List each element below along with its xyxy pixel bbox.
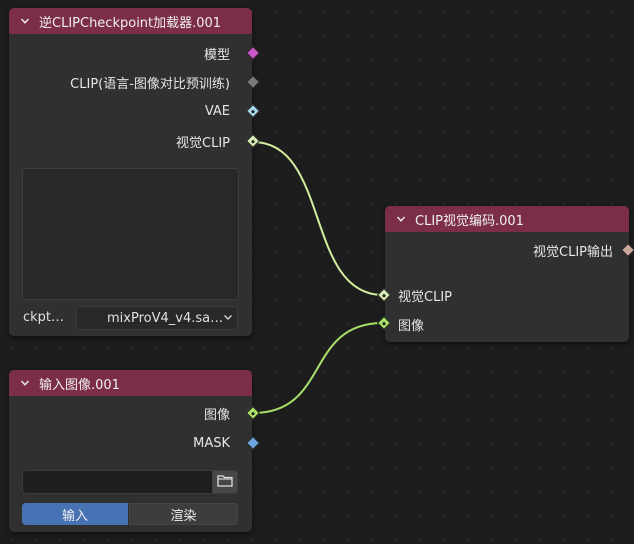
link-image[interactable] — [252, 322, 384, 414]
link-clip-vision[interactable] — [252, 141, 384, 296]
socket-input-clip-vision[interactable] — [376, 287, 392, 303]
node-title: CLIP视觉编码.001 — [415, 213, 524, 229]
chevron-down-icon[interactable] — [19, 15, 31, 27]
node-header[interactable]: 输入图像.001 — [9, 370, 252, 396]
output-row-image: 图像 — [204, 403, 230, 423]
image-preview — [22, 168, 239, 300]
socket-input-image[interactable] — [376, 315, 392, 331]
tab-input[interactable]: 输入 — [22, 503, 128, 525]
socket-label-image-input: 图像 — [398, 318, 425, 334]
socket-label-image: 图像 — [203, 407, 230, 423]
socket-label-model: 模型 — [203, 47, 230, 63]
folder-icon — [217, 474, 233, 491]
input-row-clip-vision: 视觉CLIP — [398, 285, 452, 305]
node-title: 逆CLIPCheckpoint加载器.001 — [39, 15, 222, 31]
chevron-down-icon[interactable] — [395, 213, 407, 225]
chevron-down-icon[interactable] — [19, 377, 31, 389]
node-title: 输入图像.001 — [39, 377, 120, 393]
ckpt-dropdown[interactable]: mixProV4_v4.sa… — [76, 306, 238, 330]
chevron-down-icon — [223, 311, 233, 326]
socket-output-image[interactable] — [245, 405, 261, 421]
ckpt-dropdown-value: mixProV4_v4.sa… — [107, 310, 224, 326]
socket-label-clip-vision-output: 视觉CLIP输出 — [533, 244, 613, 260]
socket-output-mask[interactable] — [245, 435, 261, 451]
tab-render[interactable]: 渲染 — [129, 503, 238, 525]
node-header[interactable]: 逆CLIPCheckpoint加载器.001 — [9, 8, 252, 34]
ckpt-label: ckpt… — [23, 310, 65, 325]
folder-button[interactable] — [212, 470, 238, 494]
socket-output-model[interactable] — [245, 45, 261, 61]
socket-output-clip-vision[interactable] — [245, 133, 261, 149]
tab-render-label: 渲染 — [170, 508, 197, 524]
output-row-mask: MASK — [193, 433, 230, 453]
output-row-clip-vision-output: 视觉CLIP输出 — [533, 240, 613, 260]
tab-input-label: 输入 — [61, 508, 88, 524]
node-header[interactable]: CLIP视觉编码.001 — [385, 206, 629, 232]
output-row-clip-vision: 视觉CLIP — [176, 131, 230, 151]
socket-label-vae: VAE — [204, 103, 230, 119]
clip-vision-encode-node[interactable]: CLIP视觉编码.001 视觉CLIP输出 视觉CLIP 图像 — [376, 206, 629, 342]
output-row-clip: CLIP(语言-图像对比预训练) — [70, 72, 230, 92]
socket-output-clip[interactable] — [245, 74, 261, 90]
checkpoint-loader-node[interactable]: 逆CLIPCheckpoint加载器.001 模型 CLIP(语言-图像对比预训… — [9, 8, 261, 336]
socket-label-clip-vision: 视觉CLIP — [176, 135, 230, 151]
socket-label-clip-vision-input: 视觉CLIP — [398, 289, 452, 305]
socket-label-mask: MASK — [193, 435, 230, 451]
socket-label-clip: CLIP(语言-图像对比预训练) — [70, 76, 230, 92]
input-image-node[interactable]: 输入图像.001 图像 MASK 输入 渲染 — [9, 370, 261, 532]
output-row-model: 模型 — [204, 43, 230, 63]
image-path-input[interactable] — [22, 470, 213, 494]
input-row-image: 图像 — [398, 314, 424, 334]
output-row-vae: VAE — [205, 101, 230, 121]
socket-output-vae[interactable] — [245, 103, 261, 119]
